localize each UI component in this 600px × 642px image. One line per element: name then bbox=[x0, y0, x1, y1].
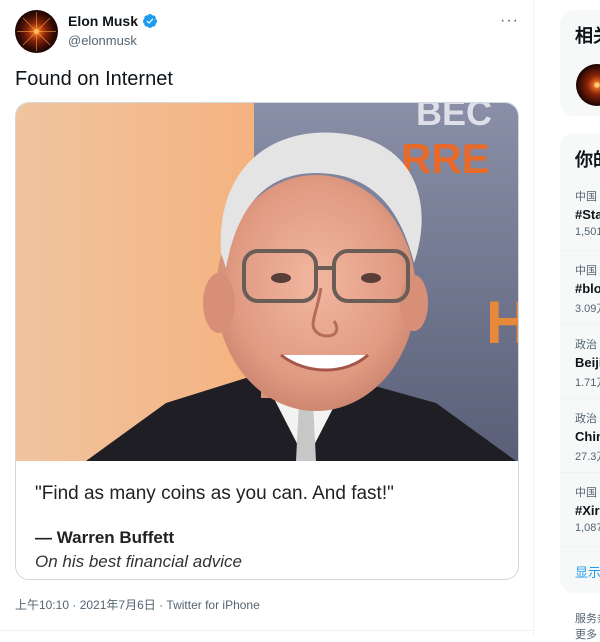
trend-count: 1,501 bbox=[575, 226, 600, 238]
right-sidebar: 相关 你的 中国 #Sta 1,501 中国 #blo 3.09万 政治 Bei… bbox=[560, 0, 600, 641]
image-quote-author: — Warren Buffett bbox=[35, 528, 175, 547]
avatar-image-icon bbox=[17, 12, 56, 51]
trend-divider bbox=[560, 250, 600, 251]
trend-count: 1.71万 bbox=[575, 377, 600, 389]
image-quote: "Find as many coins as you can. And fast… bbox=[35, 483, 394, 504]
more-horizontal-icon[interactable]: ··· bbox=[500, 12, 519, 30]
trend-count: 3.09万 bbox=[575, 303, 600, 315]
portrait-photo: BEC RRE H bbox=[16, 103, 518, 461]
trend-tag: #Xir bbox=[575, 503, 600, 518]
footer-terms-link[interactable]: 服务条 bbox=[575, 610, 600, 626]
trend-tag: #Sta bbox=[575, 207, 600, 222]
author-name[interactable]: Elon Musk bbox=[68, 13, 138, 29]
author-handle[interactable]: @elonmusk bbox=[68, 33, 137, 48]
trend-category: 政治 bbox=[575, 339, 597, 351]
trend-tag: Chin bbox=[575, 429, 600, 444]
footer-more-link[interactable]: 更多 bbox=[575, 626, 597, 642]
trend-category: 中国 bbox=[575, 191, 597, 203]
trend-item[interactable]: 政治 Chin 27.3万 bbox=[575, 410, 600, 464]
tweet-image[interactable]: BEC RRE H bbox=[15, 102, 519, 580]
tweet-text: Found on Internet bbox=[15, 68, 173, 90]
verified-badge-icon bbox=[143, 14, 158, 28]
author-avatar[interactable] bbox=[15, 10, 58, 53]
trend-divider bbox=[560, 546, 600, 547]
trend-item[interactable]: 中国 #Sta 1,501 bbox=[575, 188, 600, 238]
trend-count: 27.3万 bbox=[575, 451, 600, 463]
related-title: 相关 bbox=[575, 26, 600, 46]
trend-item[interactable]: 中国 #Xir 1,087 bbox=[575, 484, 600, 534]
trend-category: 中国 bbox=[575, 487, 597, 499]
trend-category: 中国 bbox=[575, 265, 597, 277]
trend-item[interactable]: 中国 #blo 3.09万 bbox=[575, 262, 600, 316]
trend-tag: #blo bbox=[575, 281, 600, 296]
divider bbox=[0, 630, 533, 631]
author-name-row[interactable]: Elon Musk bbox=[68, 13, 158, 29]
trend-item[interactable]: 政治 Beiji 1.71万 bbox=[575, 336, 600, 390]
trend-count: 1,087 bbox=[575, 522, 600, 534]
svg-text:H: H bbox=[486, 289, 518, 356]
trends-title: 你的 bbox=[575, 150, 600, 170]
image-quote-subnote: On his best financial advice bbox=[35, 552, 242, 571]
trend-category: 政治 bbox=[575, 413, 597, 425]
trend-divider bbox=[560, 324, 600, 325]
trend-divider bbox=[560, 398, 600, 399]
tweet-column: Elon Musk @elonmusk ··· Found on Interne… bbox=[0, 0, 534, 636]
trend-divider bbox=[560, 472, 600, 473]
svg-text:RRE: RRE bbox=[401, 135, 490, 182]
tweet-timestamp[interactable]: 上午10:10 · 2021年7月6日 · Twitter for iPhone bbox=[15, 596, 260, 613]
trend-tag: Beiji bbox=[575, 355, 600, 370]
svg-text:BEC: BEC bbox=[416, 103, 492, 133]
show-more-link[interactable]: 显示 bbox=[575, 562, 600, 581]
